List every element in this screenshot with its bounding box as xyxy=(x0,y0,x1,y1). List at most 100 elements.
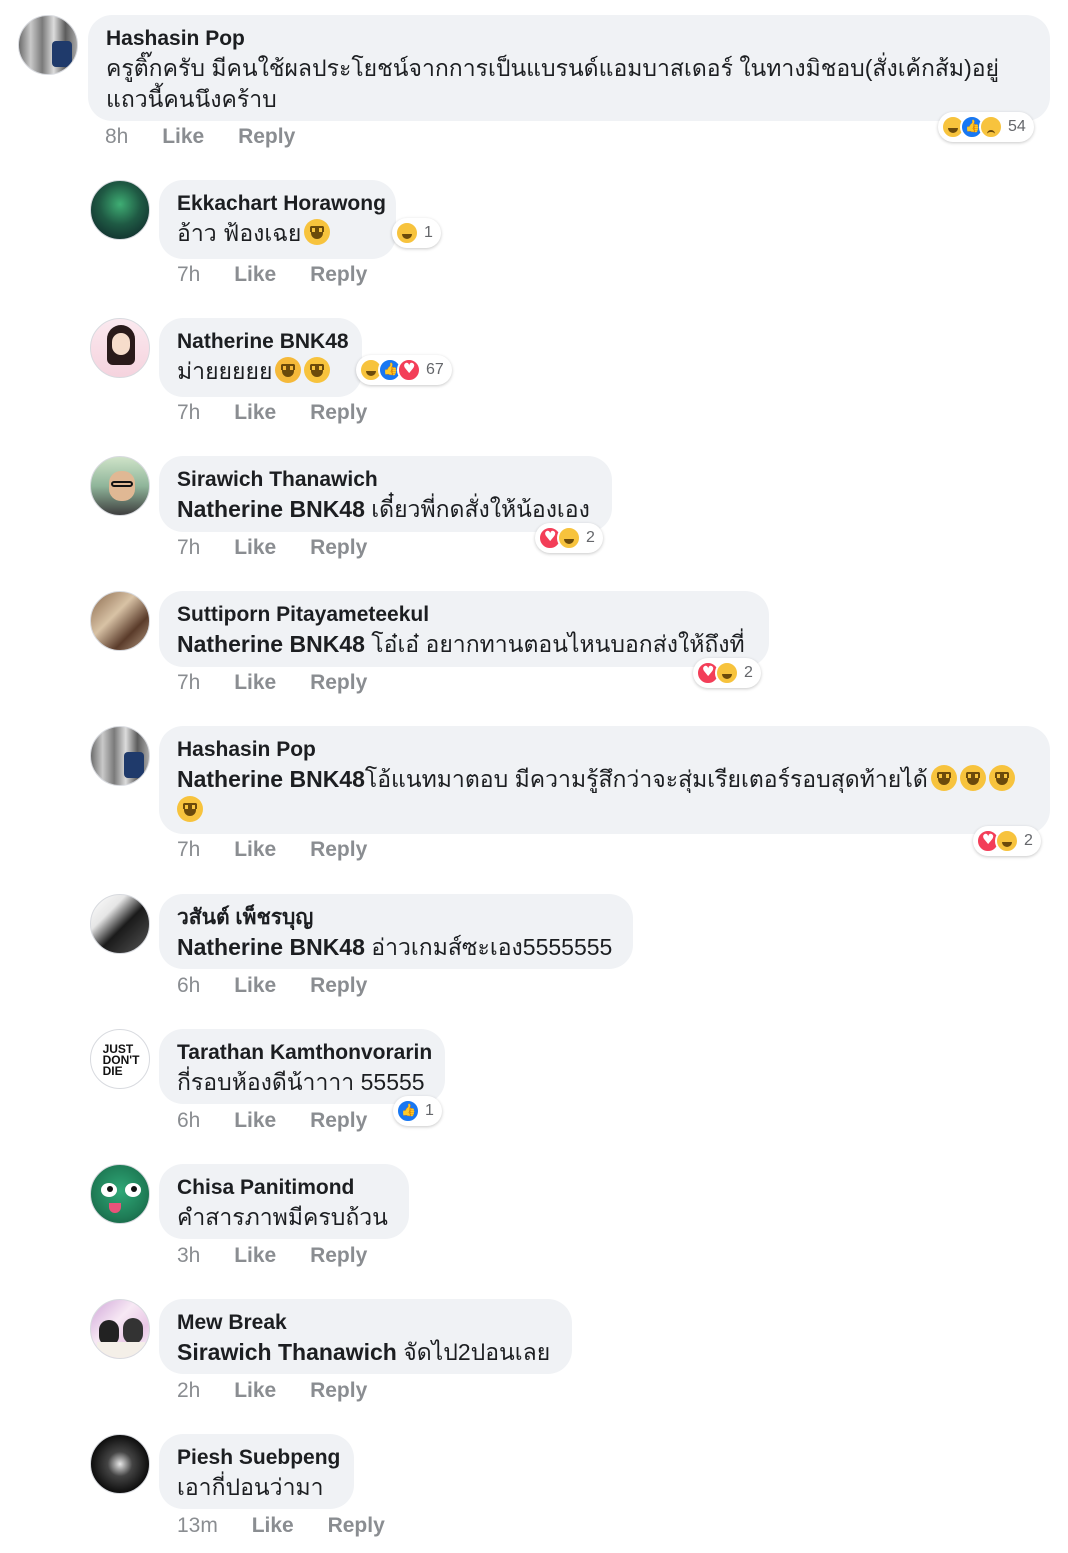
reaction-summary[interactable]: 1 xyxy=(392,218,441,248)
comment-text-body: จัดไป2ปอนเลย xyxy=(396,1339,551,1365)
comment-timestamp[interactable]: 13m xyxy=(177,1514,218,1538)
comment-timestamp[interactable]: 2h xyxy=(177,1379,200,1403)
reaction-count: 2 xyxy=(1024,832,1033,849)
like-button[interactable]: Like xyxy=(234,671,276,695)
like-button[interactable]: Like xyxy=(234,1244,276,1268)
comment-text-body: ม่ายยยยย xyxy=(177,358,273,384)
like-button[interactable]: Like xyxy=(234,1379,276,1403)
comment-bubble: Tarathan Kamthonvorarin กี่รอบห้องดีน้าา… xyxy=(159,1029,445,1104)
reply-button[interactable]: Reply xyxy=(310,1109,367,1133)
like-button[interactable]: Like xyxy=(234,263,276,287)
mention-link[interactable]: Natherine BNK48 xyxy=(177,934,365,960)
reply-button[interactable]: Reply xyxy=(310,1379,367,1403)
comment-author[interactable]: Hashasin Pop xyxy=(177,735,1032,764)
comment-timestamp[interactable]: 7h xyxy=(177,671,200,695)
comment-author[interactable]: Piesh Suebpeng xyxy=(177,1443,340,1472)
avatar[interactable] xyxy=(90,1164,150,1224)
comment-author[interactable]: Tarathan Kamthonvorarin xyxy=(177,1038,432,1067)
comment-text: เอากี่ปอนว่ามา xyxy=(177,1474,324,1500)
mention-link[interactable]: Natherine BNK48 xyxy=(177,631,365,657)
comment-actions: 3h Like Reply xyxy=(177,1244,367,1268)
laughing-emoji-icon xyxy=(304,219,331,245)
love-reaction-icon xyxy=(397,358,421,382)
avatar[interactable]: JUST DON'T DIE xyxy=(90,1029,150,1089)
comment-bubble: Natherine BNK48 ม่ายยยยย xyxy=(159,318,362,397)
comment-actions: 7h Like Reply xyxy=(177,671,367,695)
reaction-count: 2 xyxy=(744,664,753,681)
reply-button[interactable]: Reply xyxy=(238,125,295,149)
comment-author[interactable]: Natherine BNK48 xyxy=(177,327,349,356)
comment-timestamp[interactable]: 7h xyxy=(177,401,200,425)
reaction-summary[interactable]: 2 xyxy=(535,523,603,553)
comment-author[interactable]: Sirawich Thanawich xyxy=(177,465,594,494)
like-reaction-icon xyxy=(396,1099,420,1123)
reply-button[interactable]: Reply xyxy=(310,401,367,425)
comment-bubble: Hashasin Pop ครูติ๊กครับ มีคนใช้ผลประโยช… xyxy=(88,15,1050,121)
comment-timestamp[interactable]: 7h xyxy=(177,838,200,862)
comment-text: กี่รอบห้องดีน้าาาา 55555 xyxy=(177,1069,425,1095)
reaction-summary[interactable]: 1 xyxy=(393,1096,442,1126)
comment-text: Natherine BNK48 โอ๋เอ๋ อยากทานตอนไหนบอกส… xyxy=(177,629,751,660)
comment-author[interactable]: Chisa Panitimond xyxy=(177,1173,391,1202)
avatar[interactable] xyxy=(90,894,150,954)
reaction-summary[interactable]: 2 xyxy=(973,826,1041,856)
comment-author[interactable]: Hashasin Pop xyxy=(106,24,1032,53)
comment-actions: 7h Like Reply xyxy=(177,401,367,425)
comment-bubble: Suttiporn Pitayameteekul Natherine BNK48… xyxy=(159,591,769,667)
mention-link[interactable]: Natherine BNK48 xyxy=(177,496,365,522)
haha-reaction-icon xyxy=(995,829,1019,853)
comment-text-body: โอ๋เอ๋ อยากทานตอนไหนบอกส่งให้ถึงที่ xyxy=(364,631,745,657)
reply-button[interactable]: Reply xyxy=(310,263,367,287)
avatar[interactable] xyxy=(90,591,150,651)
comment-text: Natherine BNK48 อ่าวเกมส์ซะเอง5555555 xyxy=(177,932,615,963)
comment-timestamp[interactable]: 7h xyxy=(177,263,200,287)
reaction-summary[interactable]: 54 xyxy=(938,112,1034,142)
comment-text: Sirawich Thanawich จัดไป2ปอนเลย xyxy=(177,1337,554,1368)
like-button[interactable]: Like xyxy=(234,1109,276,1133)
like-button[interactable]: Like xyxy=(234,536,276,560)
reply-button[interactable]: Reply xyxy=(310,671,367,695)
comment-timestamp[interactable]: 7h xyxy=(177,536,200,560)
comment-actions: 6h Like Reply xyxy=(177,974,367,998)
comment-actions: 13m Like Reply xyxy=(177,1514,385,1538)
reply-button[interactable]: Reply xyxy=(310,838,367,862)
comment-text: ม่ายยยยย xyxy=(177,356,344,387)
haha-reaction-icon xyxy=(395,221,419,245)
comment-text: Natherine BNK48โอ้แนทมาตอบ มีความรู้สึกว… xyxy=(177,764,1032,826)
comment-author[interactable]: วสันต์ เพ็ชรบุญ xyxy=(177,903,615,932)
reply-button[interactable]: Reply xyxy=(328,1514,385,1538)
crying-emoji-icon xyxy=(275,357,302,383)
reply-button[interactable]: Reply xyxy=(310,1244,367,1268)
like-button[interactable]: Like xyxy=(252,1514,294,1538)
comment-timestamp[interactable]: 3h xyxy=(177,1244,200,1268)
like-button[interactable]: Like xyxy=(162,125,204,149)
mention-link[interactable]: Sirawich Thanawich xyxy=(177,1339,397,1365)
comment-timestamp[interactable]: 8h xyxy=(105,125,128,149)
avatar[interactable] xyxy=(90,180,150,240)
avatar[interactable] xyxy=(18,15,78,75)
reaction-summary[interactable]: 67 xyxy=(356,355,452,385)
comment-bubble: Mew Break Sirawich Thanawich จัดไป2ปอนเล… xyxy=(159,1299,572,1374)
comment-text-body: อ้าว ฟ้องเฉย xyxy=(177,220,302,246)
avatar[interactable] xyxy=(90,456,150,516)
like-button[interactable]: Like xyxy=(234,974,276,998)
comment-author[interactable]: Mew Break xyxy=(177,1308,554,1337)
reply-button[interactable]: Reply xyxy=(310,974,367,998)
comment-timestamp[interactable]: 6h xyxy=(177,1109,200,1133)
avatar[interactable] xyxy=(90,1299,150,1359)
comment-bubble: Ekkachart Horawong อ้าว ฟ้องเฉย xyxy=(159,180,396,259)
avatar[interactable] xyxy=(90,318,150,378)
like-button[interactable]: Like xyxy=(234,838,276,862)
mention-link[interactable]: Natherine BNK48 xyxy=(177,766,365,792)
comment-timestamp[interactable]: 6h xyxy=(177,974,200,998)
avatar[interactable] xyxy=(90,1434,150,1494)
comment-actions: 7h Like Reply xyxy=(177,838,367,862)
reply-button[interactable]: Reply xyxy=(310,536,367,560)
comment-author[interactable]: Ekkachart Horawong xyxy=(177,189,386,218)
like-button[interactable]: Like xyxy=(234,401,276,425)
avatar[interactable] xyxy=(90,726,150,786)
comment-text-body: เดี๋ยวพี่กดสั่งให้น้องเอง xyxy=(364,496,590,522)
comment-author[interactable]: Suttiporn Pitayameteekul xyxy=(177,600,751,629)
reaction-summary[interactable]: 2 xyxy=(693,658,761,688)
comment-actions: 7h Like Reply xyxy=(177,536,367,560)
